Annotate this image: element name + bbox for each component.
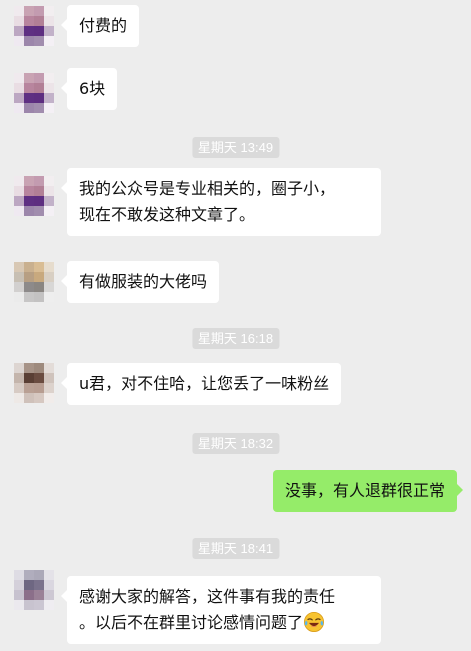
timestamp: 星期天 16:18 bbox=[191, 328, 280, 349]
timestamp: 星期天 18:32 bbox=[191, 433, 280, 454]
message-bubble[interactable]: 6块 bbox=[60, 68, 118, 110]
avatar[interactable] bbox=[14, 6, 54, 46]
message-bubble[interactable]: u君，对不住哈，让您丢了一味粉丝 bbox=[60, 363, 342, 405]
chat-message-list[interactable]: 付费的 6块 星期天 13:49 我的公众号是专业相关的，圈子小， 现在不敢发这… bbox=[0, 0, 471, 651]
timestamp: 星期天 13:49 bbox=[191, 137, 280, 158]
avatar[interactable] bbox=[14, 363, 54, 403]
message-text: 没事，有人退群很正常 bbox=[284, 481, 445, 500]
avatar[interactable] bbox=[14, 262, 54, 302]
message-bubble[interactable]: 有做服装的大佬吗 bbox=[60, 261, 220, 303]
message-text-fragment: 。以后不在群里讨论感情问题了 bbox=[79, 613, 304, 632]
timestamp: 星期天 18:41 bbox=[191, 538, 280, 559]
message-text-line: 。以后不在群里讨论感情问题了 bbox=[79, 610, 369, 636]
message-text: u君，对不住哈，让您丢了一味粉丝 bbox=[79, 374, 330, 393]
avatar[interactable] bbox=[14, 570, 54, 610]
message-text-line: 我的公众号是专业相关的，圈子小， bbox=[79, 179, 336, 198]
my-message-bubble[interactable]: 没事，有人退群很正常 bbox=[272, 470, 464, 512]
message-text: 6块 bbox=[79, 79, 106, 98]
message-bubble[interactable]: 付费的 bbox=[60, 5, 140, 47]
message-text-line: 现在不敢发这种文章了。 bbox=[79, 205, 256, 224]
avatar[interactable] bbox=[14, 176, 54, 216]
message-text-line: 感谢大家的解答，这件事有我的责任 bbox=[79, 587, 336, 606]
message-bubble[interactable]: 我的公众号是专业相关的，圈子小， 现在不敢发这种文章了。 bbox=[61, 168, 381, 236]
avatar[interactable] bbox=[14, 73, 54, 113]
message-text: 有做服装的大佬吗 bbox=[79, 272, 208, 291]
message-text: 付费的 bbox=[79, 16, 128, 35]
message-bubble[interactable]: 感谢大家的解答，这件事有我的责任 。以后不在群里讨论感情问题了 bbox=[61, 576, 381, 644]
crying-laughing-emoji-icon bbox=[304, 612, 325, 632]
